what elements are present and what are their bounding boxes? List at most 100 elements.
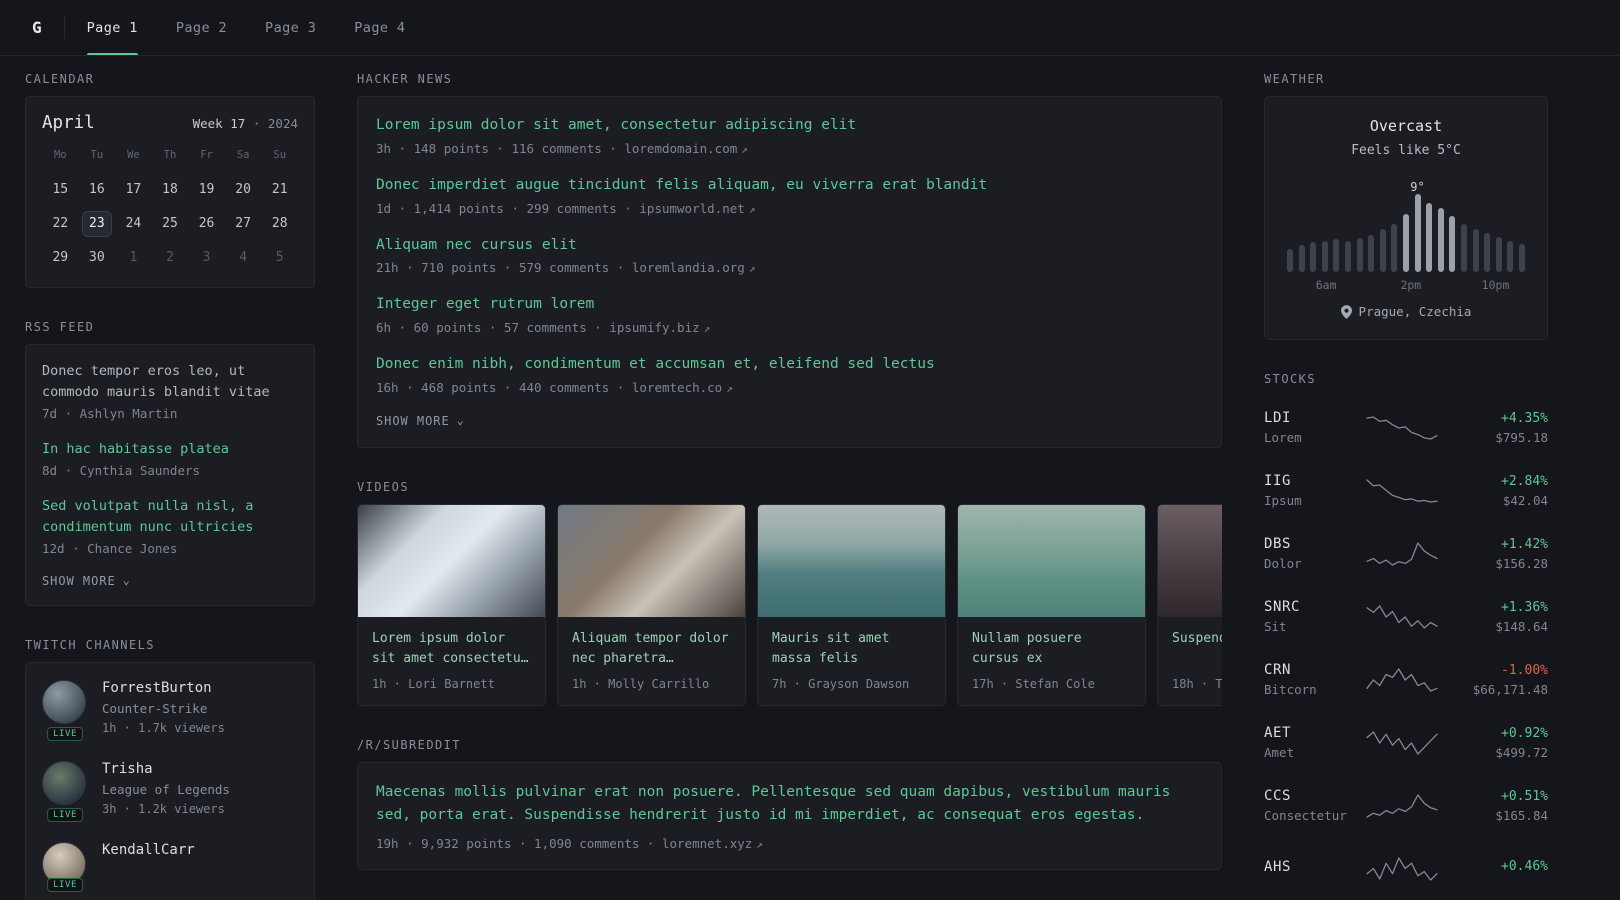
right-column: WEATHER Overcast Feels like 5°C 9° 6am 2… <box>1264 72 1548 900</box>
stock-change: +1.42% <box>1501 536 1548 552</box>
stock-values: +0.46% <box>1452 859 1548 878</box>
weather-bar <box>1414 194 1421 272</box>
video-card[interactable]: Aliquam tempor dolor nec pharetra… 1h · … <box>557 503 746 707</box>
videos-row[interactable]: Lorem ipsum dolor sit amet consectetu… 1… <box>357 503 1222 707</box>
stocks-section-title: STOCKS <box>1264 372 1316 386</box>
calendar-day: 5 <box>275 250 284 265</box>
subreddit-domain-link[interactable]: loremnet.xyz <box>662 836 752 851</box>
calendar-day-of-week: Mo <box>53 149 67 161</box>
stock-identity: SNRC Sit <box>1264 599 1352 634</box>
calendar-day: 22 <box>52 216 69 231</box>
twitch-channel-row[interactable]: LIVE ForrestBurton Counter-Strike 1h · 1… <box>26 667 314 748</box>
stock-ticker: AHS <box>1264 858 1291 875</box>
hackernews-item: Aliquam nec cursus elit 21h · 710 points… <box>376 235 1203 276</box>
weather-bar <box>1356 238 1363 272</box>
video-title[interactable]: Lorem ipsum dolor sit amet consectetu… <box>372 629 531 669</box>
rss-item-title[interactable]: Donec tempor eros leo, ut commodo mauris… <box>42 361 298 403</box>
calendar-day-of-week: Sa <box>236 149 250 161</box>
hackernews-item-domain-link[interactable]: ipsumify.biz <box>609 320 699 335</box>
subreddit-section-title: /R/SUBREDDIT <box>357 738 461 753</box>
hackernews-item-stats: 21h · 710 points · 579 comments · <box>376 260 625 276</box>
stock-identity: LDI Lorem <box>1264 410 1352 445</box>
calendar-day: 19 <box>198 182 215 197</box>
hackernews-item-domain-link[interactable]: ipsumworld.net <box>639 201 744 216</box>
stock-sparkline-wrap <box>1352 415 1452 441</box>
hackernews-item-title[interactable]: Donec enim nibh, condimentum et accumsan… <box>376 354 1203 376</box>
stock-price: $42.04 <box>1502 492 1548 508</box>
stock-sparkline <box>1366 730 1438 755</box>
calendar-day: 15 <box>52 182 69 197</box>
weather-bar <box>1402 214 1409 272</box>
rss-show-more-button[interactable]: SHOW MORE ⌄ <box>42 574 131 588</box>
twitch-channel-category: Counter-Strike <box>102 700 208 716</box>
hackernews-item-domain-link[interactable]: loremlandia.org <box>632 260 745 275</box>
stock-row: CCS Consectetur +0.51% $165.84 <box>1264 774 1548 837</box>
video-meta: 17h · Stefan Cole <box>972 677 1095 692</box>
page-tab[interactable]: Page 4 <box>354 0 405 55</box>
video-card-body: Lorem ipsum dolor sit amet consectetu… 1… <box>358 617 545 705</box>
weather-bar <box>1368 235 1375 272</box>
twitch-channel-row[interactable]: LIVE Trisha League of Legends 3h · 1.2k … <box>26 748 314 829</box>
weather-location: Prague, Czechia <box>1285 304 1527 319</box>
stock-row: DBS Dolor +1.42% $156.28 <box>1264 522 1548 585</box>
hackernews-item-stats: 16h · 468 points · 440 comments · <box>376 379 625 395</box>
stock-change: +2.84% <box>1501 473 1548 489</box>
page-tab[interactable]: Page 2 <box>176 0 227 55</box>
hackernews-item-meta: 21h · 710 points · 579 comments · loreml… <box>376 260 1203 275</box>
stock-ticker: CRN <box>1264 662 1291 678</box>
calendar-day-of-week: We <box>127 149 140 161</box>
stock-sparkline <box>1366 541 1438 566</box>
twitch-card: LIVE ForrestBurton Counter-Strike 1h · 1… <box>25 661 315 900</box>
hackernews-item-stats: 6h · 60 points · 57 comments · <box>376 320 602 335</box>
video-card[interactable]: Nullam posuere cursus ex 17h · Stefan Co… <box>957 503 1146 707</box>
hackernews-item-title[interactable]: Lorem ipsum dolor sit amet, consectetur … <box>376 115 1203 137</box>
twitch-channel-row[interactable]: LIVE KendallCarr <box>26 829 314 899</box>
calendar-year: 2024 <box>267 116 298 131</box>
stock-ticker: IIG <box>1264 473 1291 489</box>
page-tab[interactable]: Page 3 <box>265 0 316 55</box>
stock-sparkline-wrap <box>1352 793 1452 819</box>
rss-item-title[interactable]: In hac habitasse platea <box>42 439 298 460</box>
calendar-day-of-week: Tu <box>90 149 104 161</box>
video-title[interactable]: Mauris sit amet massa felis <box>772 629 931 669</box>
stock-sparkline <box>1366 415 1438 440</box>
app-logo[interactable]: G <box>24 0 64 55</box>
video-card[interactable]: Suspendisse diam 18h · Tara <box>1157 503 1222 707</box>
page-tab[interactable]: Page 1 <box>86 0 139 55</box>
video-title[interactable]: Aliquam tempor dolor nec pharetra… <box>572 629 731 669</box>
calendar-day: 25 <box>162 216 178 231</box>
stock-row: IIG Ipsum +2.84% $42.04 <box>1264 459 1548 522</box>
middle-column: HACKER NEWS Lorem ipsum dolor sit amet, … <box>357 72 1222 900</box>
hackernews-show-more-button[interactable]: SHOW MORE ⌄ <box>376 414 465 428</box>
weather-section-title: WEATHER <box>1264 72 1325 86</box>
calendar-day: 16 <box>89 182 105 197</box>
video-title[interactable]: Suspendisse diam <box>1172 629 1222 669</box>
hackernews-item-domain-link[interactable]: loremdomain.com <box>624 141 737 156</box>
hackernews-item-title[interactable]: Integer eget rutrum lorem <box>376 294 1203 316</box>
hackernews-item: Integer eget rutrum lorem 6h · 60 points… <box>376 294 1203 335</box>
hackernews-item-title[interactable]: Donec imperdiet augue tincidunt felis al… <box>376 175 1203 197</box>
calendar-day: 23 <box>81 211 112 237</box>
stock-change: +0.92% <box>1501 725 1548 741</box>
weather-bar <box>1449 216 1456 272</box>
hackernews-item-domain-link[interactable]: loremtech.co <box>632 380 722 395</box>
twitch-channel-meta: 1h · 1.7k viewers <box>102 720 225 735</box>
video-thumbnail <box>958 504 1145 617</box>
calendar-day: 24 <box>125 216 142 231</box>
stock-sparkline <box>1366 856 1438 881</box>
weather-card: Overcast Feels like 5°C 9° 6am 2pm 10pm … <box>1264 96 1548 340</box>
video-card[interactable]: Lorem ipsum dolor sit amet consectetu… 1… <box>357 503 546 707</box>
calendar-day: 17 <box>125 182 142 197</box>
rss-item-title[interactable]: Sed volutpat nulla nisl, a condimentum n… <box>42 496 298 538</box>
twitch-avatar-wrap: LIVE <box>42 841 88 892</box>
weather-bar <box>1495 237 1502 272</box>
stock-ticker: DBS <box>1264 536 1291 552</box>
subreddit-post-title[interactable]: Maecenas mollis pulvinar erat non posuer… <box>376 781 1203 827</box>
video-card[interactable]: Mauris sit amet massa felis 7h · Grayson… <box>757 503 946 707</box>
hackernews-item-title[interactable]: Aliquam nec cursus elit <box>376 235 1203 257</box>
stock-identity: AET Amet <box>1264 725 1352 760</box>
stock-name: Lorem <box>1264 430 1302 445</box>
weather-location-label: Prague, Czechia <box>1358 304 1472 319</box>
stock-sparkline <box>1366 793 1438 818</box>
video-title[interactable]: Nullam posuere cursus ex <box>972 629 1131 669</box>
